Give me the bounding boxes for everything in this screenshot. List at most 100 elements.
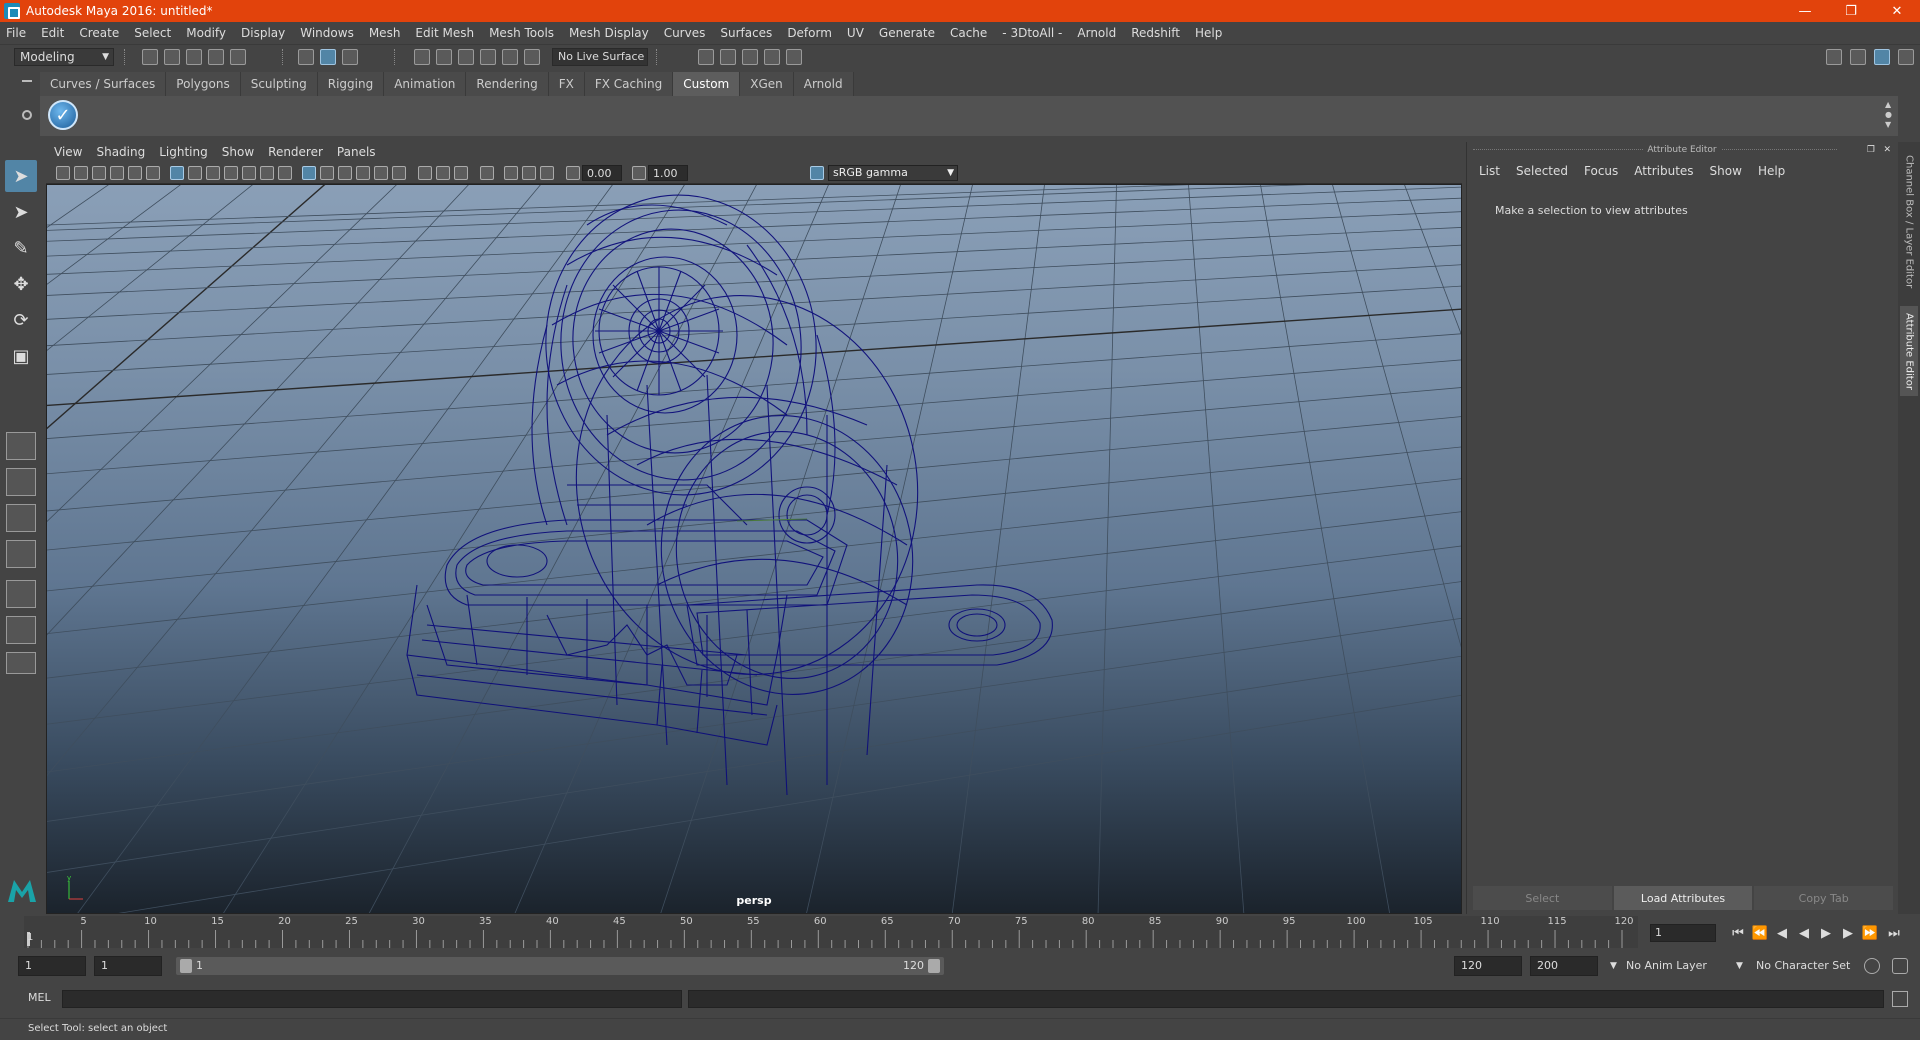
close-panel-icon[interactable]: ✕	[1883, 142, 1891, 158]
viewport-menu-show[interactable]: Show	[222, 145, 254, 159]
snap-projected-icon[interactable]	[480, 49, 496, 65]
gamma-field[interactable]: 1.00	[648, 165, 688, 181]
ipr-render-icon[interactable]	[742, 49, 758, 65]
close-button[interactable]: ✕	[1874, 0, 1920, 22]
animation-end-field[interactable]: 200	[1530, 956, 1598, 976]
play-back-icon[interactable]: ◀	[1794, 924, 1814, 942]
exposure-icon[interactable]	[566, 166, 580, 180]
snap-point-icon[interactable]	[458, 49, 474, 65]
ambient-occlusion-icon[interactable]	[418, 166, 432, 180]
film-gate-icon[interactable]	[188, 166, 202, 180]
range-end-handle[interactable]	[928, 959, 940, 973]
grease-pencil-icon[interactable]	[146, 166, 160, 180]
wireframe-mesh[interactable]	[47, 185, 1462, 914]
menu-redshift[interactable]: Redshift	[1131, 26, 1180, 40]
menu-mesh[interactable]: Mesh	[369, 26, 401, 40]
select-component-icon[interactable]	[342, 49, 358, 65]
anim-layer-dropdown[interactable]: No Anim Layer	[1620, 956, 1740, 976]
tab-fx-caching[interactable]: FX Caching	[584, 72, 674, 96]
persp-hypershade-layout-icon[interactable]	[6, 580, 36, 608]
auto-key-icon[interactable]	[1864, 958, 1880, 974]
viewport-menu-panels[interactable]: Panels	[337, 145, 376, 159]
chevron-down-icon[interactable]: ▼	[1730, 956, 1743, 976]
tab-polygons[interactable]: Polygons	[166, 72, 241, 96]
menu-3dtoall[interactable]: - 3DtoAll -	[1002, 26, 1062, 40]
menu-mesh-display[interactable]: Mesh Display	[569, 26, 649, 40]
gate-mask-icon[interactable]	[224, 166, 238, 180]
live-surface-field[interactable]: No Live Surface	[552, 48, 648, 66]
redo-icon[interactable]	[230, 49, 246, 65]
viewport-menu-shading[interactable]: Shading	[96, 145, 145, 159]
range-slider[interactable]: 1 120	[176, 957, 944, 975]
persp-graph-layout-icon[interactable]	[6, 540, 36, 568]
menu-generate[interactable]: Generate	[879, 26, 935, 40]
ae-menu-focus[interactable]: Focus	[1584, 164, 1618, 178]
persp-outliner-layout-icon[interactable]	[6, 504, 36, 532]
smooth-shading-icon[interactable]	[320, 166, 334, 180]
ae-menu-selected[interactable]: Selected	[1516, 164, 1568, 178]
field-chart-icon[interactable]	[242, 166, 256, 180]
tool-settings-toggle-icon[interactable]	[1898, 49, 1914, 65]
snap-view-icon[interactable]	[502, 49, 518, 65]
tab-attribute-editor[interactable]: Attribute Editor	[1900, 306, 1918, 396]
play-forward-icon[interactable]: ▶	[1816, 924, 1836, 942]
shadows-icon[interactable]	[392, 166, 406, 180]
script-type-label[interactable]: MEL	[28, 991, 51, 1004]
menu-display[interactable]: Display	[241, 26, 285, 40]
attribute-editor-toggle-icon[interactable]	[1874, 49, 1890, 65]
use-lights-icon[interactable]	[374, 166, 388, 180]
view-transform-dropdown[interactable]: sRGB gamma ▼	[828, 165, 958, 181]
undo-icon[interactable]	[208, 49, 224, 65]
save-scene-icon[interactable]	[186, 49, 202, 65]
isolate-select-icon[interactable]	[480, 166, 494, 180]
render-frame-icon[interactable]	[720, 49, 736, 65]
paint-select-icon[interactable]: ✎	[5, 232, 37, 264]
menu-deform[interactable]: Deform	[787, 26, 832, 40]
tab-xgen[interactable]: XGen	[740, 72, 794, 96]
safe-action-icon[interactable]	[260, 166, 274, 180]
tab-sculpting[interactable]: Sculpting	[240, 72, 318, 96]
viewport-menu-view[interactable]: View	[54, 145, 82, 159]
resolution-gate-icon[interactable]	[206, 166, 220, 180]
minimize-button[interactable]: —	[1782, 0, 1828, 22]
camera-select-icon[interactable]	[56, 166, 70, 180]
tab-fx[interactable]: FX	[548, 72, 585, 96]
restore-button[interactable]: ❐	[1828, 0, 1874, 22]
time-slider[interactable]: 5 10 15 20 25 30 35 40 45 50 55 60 65 70 75 80 85 90 95 100…	[24, 916, 1638, 948]
menu-curves[interactable]: Curves	[664, 26, 706, 40]
menu-create[interactable]: Create	[79, 26, 119, 40]
menu-uv[interactable]: UV	[847, 26, 864, 40]
open-scene-icon[interactable]	[164, 49, 180, 65]
playback-start-field[interactable]: 1	[94, 956, 162, 976]
textured-icon[interactable]	[356, 166, 370, 180]
checkmark-icon[interactable]: ✓	[48, 100, 78, 130]
make-live-icon[interactable]	[524, 49, 540, 65]
xray-components-icon[interactable]	[540, 166, 554, 180]
perspective-viewport[interactable]: y persp	[46, 184, 1462, 914]
grid-toggle-icon[interactable]	[170, 166, 184, 180]
menu-surfaces[interactable]: Surfaces	[720, 26, 772, 40]
channel-box-toggle-icon[interactable]	[1850, 49, 1866, 65]
copy-tab-button[interactable]: Copy Tab	[1754, 886, 1894, 910]
select-hierarchy-icon[interactable]	[298, 49, 314, 65]
hypershade-icon[interactable]	[786, 49, 802, 65]
xray-joints-icon[interactable]	[522, 166, 536, 180]
image-plane-icon[interactable]	[110, 166, 124, 180]
load-attributes-button[interactable]: Load Attributes	[1613, 886, 1753, 910]
menu-select[interactable]: Select	[134, 26, 171, 40]
script-editor-icon[interactable]	[1892, 991, 1908, 1007]
safe-title-icon[interactable]	[278, 166, 292, 180]
gamma-icon[interactable]	[632, 166, 646, 180]
bookmark-icon[interactable]	[92, 166, 106, 180]
ae-menu-help[interactable]: Help	[1758, 164, 1785, 178]
select-button[interactable]: Select	[1473, 886, 1612, 910]
select-tool-icon[interactable]: ➤	[5, 160, 37, 192]
menu-edit[interactable]: Edit	[41, 26, 64, 40]
select-object-icon[interactable]	[320, 49, 336, 65]
tab-rendering[interactable]: Rendering	[466, 72, 549, 96]
step-back-key-icon[interactable]: ◀	[1772, 924, 1792, 942]
rotate-tool-icon[interactable]: ⟳	[5, 304, 37, 336]
2d-pan-zoom-icon[interactable]	[128, 166, 142, 180]
step-forward-icon[interactable]: ⏩	[1860, 924, 1880, 942]
ae-menu-show[interactable]: Show	[1710, 164, 1742, 178]
